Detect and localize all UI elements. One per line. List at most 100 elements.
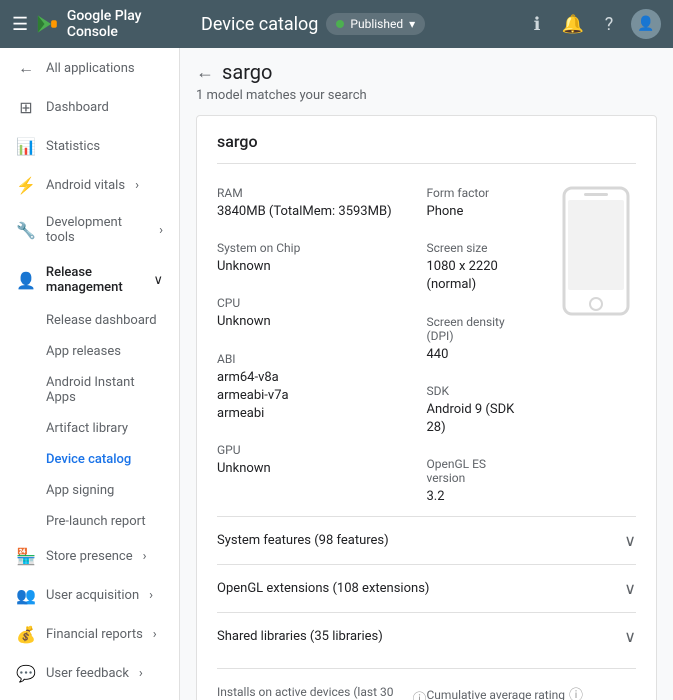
- sidebar-item-release-dashboard[interactable]: Release dashboard: [0, 305, 179, 336]
- sidebar-item-store-presence[interactable]: 🏪 Store presence ›: [0, 537, 179, 576]
- sidebar-item-device-catalog[interactable]: Device catalog: [0, 444, 179, 475]
- device-name: sargo: [217, 132, 636, 164]
- chevron-down-icon: ∨: [153, 273, 163, 288]
- spec-gpu: GPU Unknown: [217, 433, 427, 488]
- info-icon[interactable]: ℹ: [523, 10, 551, 38]
- spec-group-left: RAM 3840MB (TotalMem: 3593MB) System on …: [217, 176, 427, 516]
- sidebar-item-label: Android Instant Apps: [46, 375, 135, 405]
- chevron-down-icon: ∨: [624, 579, 636, 598]
- chevron-right-icon: ›: [159, 223, 163, 238]
- chevron-down-icon: ∨: [624, 531, 636, 550]
- notification-icon[interactable]: 🔔: [559, 10, 587, 38]
- layout: ← All applications ⊞ Dashboard 📊 Statist…: [0, 48, 673, 700]
- chevron-right-icon: ›: [143, 549, 147, 564]
- metrics-row: Installs on active devices (last 30 days…: [217, 668, 636, 700]
- sidebar-item-app-signing[interactable]: App signing: [0, 475, 179, 506]
- sidebar-item-label: All applications: [46, 61, 135, 76]
- installs-label: Installs on active devices (last 30 days…: [217, 685, 409, 700]
- sidebar-item-label: Release management: [46, 265, 144, 295]
- sidebar-item-pre-launch[interactable]: Pre-launch report: [0, 506, 179, 537]
- spec-ram: RAM 3840MB (TotalMem: 3593MB): [217, 176, 427, 231]
- dashboard-icon: ⊞: [16, 98, 36, 117]
- sidebar-item-user-acquisition[interactable]: 👥 User acquisition ›: [0, 576, 179, 615]
- statistics-icon: 📊: [16, 137, 36, 156]
- info-icon[interactable]: ⓘ: [569, 685, 583, 700]
- sidebar-item-label: User acquisition: [46, 588, 139, 603]
- sidebar-item-label: Store presence: [46, 549, 133, 564]
- spec-opengl: OpenGL ES version 3.2: [427, 447, 517, 516]
- help-icon[interactable]: ?: [595, 10, 623, 38]
- chevron-down-icon: ∨: [624, 627, 636, 646]
- expandable-shared-libs[interactable]: Shared libraries (35 libraries) ∨: [217, 612, 636, 660]
- finance-icon: 💰: [16, 625, 36, 644]
- spec-abi: ABI arm64-v8aarmeabi-v7aarmeabi: [217, 342, 427, 434]
- status-text: Published: [350, 17, 403, 31]
- sidebar-item-app-releases[interactable]: App releases: [0, 336, 179, 367]
- back-icon: ←: [16, 58, 36, 78]
- info-icon[interactable]: ⓘ: [413, 689, 427, 700]
- nav-center: Device catalog Published ▾: [201, 13, 511, 35]
- metric-installs: Installs on active devices (last 30 days…: [217, 685, 427, 700]
- sidebar-item-financial[interactable]: 💰 Financial reports ›: [0, 615, 179, 654]
- sidebar-item-release-mgmt[interactable]: 👤 Release management ∨: [0, 255, 179, 305]
- sidebar-item-label: Pre-launch report: [46, 514, 146, 529]
- sidebar-item-label: Android vitals: [46, 178, 125, 193]
- spec-sdk: SDK Android 9 (SDK 28): [427, 374, 517, 447]
- top-nav: ☰ Google Play Console Device catalog Pub…: [0, 0, 673, 48]
- sidebar-item-dev-tools[interactable]: 🔧 Development tools ›: [0, 205, 179, 255]
- sidebar-item-android-vitals[interactable]: ⚡ Android vitals ›: [0, 166, 179, 205]
- expandable-label: Shared libraries (35 libraries): [217, 629, 383, 644]
- app-title: Google Play Console: [67, 8, 189, 40]
- sidebar-item-label: App signing: [46, 483, 114, 498]
- feedback-icon: 💬: [16, 664, 36, 683]
- device-card: sargo RAM 3840MB (TotalMem: 3593MB) Syst…: [196, 115, 657, 700]
- sidebar-item-dashboard[interactable]: ⊞ Dashboard: [0, 88, 179, 127]
- spec-screen-density: Screen density (DPI) 440: [427, 305, 517, 374]
- main-content: ← sargo 1 model matches your search sarg…: [180, 48, 673, 700]
- sidebar-item-label: Dashboard: [46, 100, 109, 115]
- back-bar[interactable]: ← sargo: [196, 48, 657, 88]
- expandable-label: System features (98 features): [217, 533, 389, 548]
- sidebar-item-label: User feedback: [46, 666, 129, 681]
- spec-cpu: CPU Unknown: [217, 286, 427, 341]
- expandable-label: OpenGL extensions (108 extensions): [217, 581, 429, 596]
- chevron-right-icon: ›: [149, 588, 153, 603]
- status-pill[interactable]: Published ▾: [326, 13, 425, 35]
- sidebar: ← All applications ⊞ Dashboard 📊 Statist…: [0, 48, 180, 700]
- sidebar-item-label: Statistics: [46, 139, 100, 154]
- result-count: 1 model matches your search: [196, 88, 657, 103]
- status-dot: [336, 20, 344, 28]
- sidebar-item-android-instant[interactable]: Android Instant Apps: [0, 367, 179, 413]
- sidebar-item-label: Artifact library: [46, 421, 128, 436]
- chevron-right-icon: ›: [153, 627, 157, 642]
- sidebar-item-label: Release dashboard: [46, 313, 157, 328]
- tools-icon: 🔧: [16, 221, 36, 240]
- sidebar-item-label: Development tools: [46, 215, 149, 245]
- back-arrow-icon: ←: [196, 62, 214, 83]
- specs-section: RAM 3840MB (TotalMem: 3593MB) System on …: [217, 176, 636, 516]
- app-logo: [36, 12, 59, 36]
- spec-soc: System on Chip Unknown: [217, 231, 427, 286]
- store-icon: 🏪: [16, 547, 36, 566]
- sidebar-item-all-apps[interactable]: ← All applications: [0, 48, 179, 88]
- sidebar-item-user-feedback[interactable]: 💬 User feedback ›: [0, 654, 179, 693]
- users-icon: 👥: [16, 586, 36, 605]
- expandable-opengl-ext[interactable]: OpenGL extensions (108 extensions) ∨: [217, 564, 636, 612]
- sidebar-item-statistics[interactable]: 📊 Statistics: [0, 127, 179, 166]
- expandable-system-features[interactable]: System features (98 features) ∨: [217, 516, 636, 564]
- back-title: sargo: [222, 60, 272, 84]
- content-inner: ← sargo 1 model matches your search sarg…: [180, 48, 673, 700]
- chevron-right-icon: ›: [135, 178, 139, 193]
- nav-actions: ℹ 🔔 ? 👤: [523, 9, 661, 39]
- release-icon: 👤: [16, 271, 36, 290]
- nav-brand: ☰ Google Play Console: [12, 8, 189, 40]
- avatar[interactable]: 👤: [631, 9, 661, 39]
- sidebar-item-label: Financial reports: [46, 627, 143, 642]
- page-title-nav: Device catalog: [201, 14, 318, 35]
- sidebar-item-artifact-library[interactable]: Artifact library: [0, 413, 179, 444]
- hamburger-icon[interactable]: ☰: [12, 14, 28, 35]
- rating-label: Cumulative average rating: [427, 688, 565, 700]
- chevron-right-icon: ›: [139, 666, 143, 681]
- sidebar-item-label: Device catalog: [46, 452, 131, 467]
- vitals-icon: ⚡: [16, 176, 36, 195]
